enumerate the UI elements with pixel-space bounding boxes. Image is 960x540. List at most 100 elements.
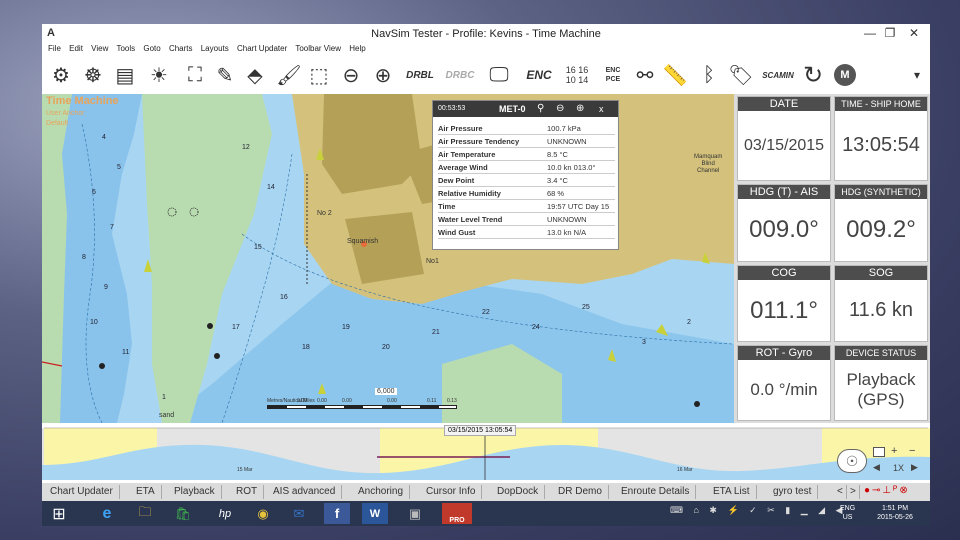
zoom-in-button[interactable]: + [891, 445, 897, 457]
brush-icon[interactable]: 🖌 [274, 60, 304, 90]
brightness-icon[interactable]: ☀ [144, 60, 174, 90]
menu-toolbar-view[interactable]: Toolbar View [295, 44, 341, 53]
sounding: 5 [117, 164, 121, 171]
hp-icon[interactable]: hp [208, 503, 242, 524]
monitor-icon[interactable]: 🖵 [484, 60, 514, 90]
monitor-app-icon[interactable]: ▣ [402, 503, 428, 524]
facebook-icon[interactable]: f [324, 503, 350, 524]
zoom-out-button[interactable]: − [909, 445, 915, 457]
system-tray: ⌨ ⌂ ✱ ⚡ ✓ ✂ ▮ ▁ ◢ ◀ [670, 505, 847, 515]
zoom-out-icon[interactable]: ⊖ [336, 60, 366, 90]
toolbar: ⚙ ☸ ▤ ☀ ⛶ ✎ ⬘ 🖌 ⬚ ⊖ ⊕ DRBL DRBC 🖵 ENC 16… [42, 57, 930, 94]
met-popup-close-button[interactable]: x [599, 101, 604, 117]
nautical-chart[interactable]: 4 5 6 7 8 9 10 11 12 14 15 16 17 18 19 2… [42, 94, 734, 423]
bluetooth-icon[interactable]: ᛒ [694, 60, 724, 90]
scale-tick: 0.00 [387, 398, 397, 404]
ruler-icon[interactable]: 📏 [660, 60, 690, 90]
menu-charts[interactable]: Charts [169, 44, 193, 53]
pin-icon[interactable]: ⚲ [537, 101, 544, 117]
toolbar-collapse-icon[interactable]: ▾ [902, 60, 930, 90]
profile-badge[interactable]: M [830, 60, 860, 90]
restore-button[interactable]: ❐ [880, 26, 900, 40]
clock[interactable]: 1:51 PM 2015-05-26 [868, 504, 922, 522]
language-indicator[interactable]: ENG US [840, 504, 855, 522]
sog-cell: SOG 11.6 kn [834, 265, 928, 342]
menu-layouts[interactable]: Layouts [201, 44, 229, 53]
tab-prev-button[interactable]: < [834, 485, 847, 499]
menu-chart-updater[interactable]: Chart Updater [237, 44, 287, 53]
cog-cell: COG 011.1° [737, 265, 831, 342]
enc-pce-button[interactable]: ENC PCE [598, 60, 628, 90]
price-tag-icon[interactable]: 🏷 [726, 60, 756, 90]
navsim-pro-icon[interactable]: PRO [442, 503, 472, 524]
menu-goto[interactable]: Goto [143, 44, 160, 53]
forward-button[interactable]: ▶ [911, 462, 918, 473]
met-row: Relative Humidity 68 % [438, 188, 615, 200]
menu-tools[interactable]: Tools [116, 44, 135, 53]
word-icon[interactable]: W [362, 503, 388, 524]
menu-edit[interactable]: Edit [69, 44, 83, 53]
sounding: 4 [102, 134, 106, 141]
outlook-icon[interactable]: ✉ [286, 503, 312, 524]
zoom-in-icon[interactable]: ⊕ [368, 60, 398, 90]
tab-enroute-details[interactable]: Enroute Details [615, 485, 697, 499]
tab-ais-advanced[interactable]: AIS advanced [267, 485, 343, 499]
rewind-button[interactable]: ◀ [873, 462, 880, 473]
minimize-button[interactable]: — [860, 26, 880, 40]
tag-icon[interactable]: ⬘ [240, 60, 270, 90]
sounding: 10 [90, 319, 98, 326]
chart-label-no1: No1 [426, 258, 439, 265]
date-header: DATE [738, 97, 830, 111]
menu-file[interactable]: File [48, 44, 61, 53]
met-row: Water Level Trend UNKNOWN [438, 214, 615, 226]
tab-dopdock[interactable]: DopDock [491, 485, 546, 499]
fullscreen-icon[interactable]: ⛶ [180, 60, 210, 90]
device-status-value: Playback (GPS) [846, 370, 916, 409]
nav-tools-icons[interactable]: ●⊸⊥ᴾ⊗ [864, 485, 910, 496]
store-icon[interactable]: 🛍 [170, 503, 196, 524]
zoom-out-icon[interactable]: ⊖ [556, 101, 564, 117]
sounding: 7 [110, 224, 114, 231]
cog-value: 011.1° [750, 296, 818, 324]
tab-next-button[interactable]: > [847, 485, 860, 499]
tab-rot[interactable]: ROT [230, 485, 265, 499]
stop-button[interactable] [873, 447, 885, 457]
menu-view[interactable]: View [91, 44, 108, 53]
tab-eta[interactable]: ETA [130, 485, 162, 499]
menu-help[interactable]: Help [349, 44, 365, 53]
close-button[interactable]: ✕ [904, 26, 924, 40]
windows-taskbar: ⊞ e 🗀 🛍 hp ◉ ✉ f W ▣ PRO ⌨ ⌂ ✱ ⚡ ✓ ✂ ▮ ▁… [42, 501, 930, 526]
instrument-panel: DATE 03/15/2015 TIME - SHIP HOME 13:05:5… [734, 94, 930, 423]
tab-cursor-info[interactable]: Cursor Info [420, 485, 483, 499]
drbl-button[interactable]: DRBL [402, 60, 438, 90]
refresh-icon[interactable]: ↻ [798, 60, 828, 90]
time-cell: TIME - SHIP HOME 13:05:54 [834, 96, 928, 181]
tab-eta-list[interactable]: ETA List [707, 485, 757, 499]
file-explorer-icon[interactable]: 🗀 [132, 503, 158, 524]
layers-icon[interactable]: ▤ [110, 60, 140, 90]
sog-header: SOG [835, 266, 927, 280]
scale-tick: 0.00 [317, 398, 327, 404]
tab-dr-demo[interactable]: DR Demo [552, 485, 609, 499]
settings-gears-icon[interactable]: ⚙ [46, 60, 76, 90]
scale-selector[interactable]: 16 16 10 14 [560, 60, 594, 90]
zoom-in-icon[interactable]: ⊕ [576, 101, 584, 117]
tab-gyro-test[interactable]: gyro test [767, 485, 819, 499]
speed-value[interactable]: 1X [893, 463, 904, 473]
zoom-box-icon[interactable]: ⬚ [304, 60, 334, 90]
route-icon[interactable]: ⚯ [630, 60, 660, 90]
start-windows-icon[interactable]: ⊞ [46, 503, 72, 524]
drbc-button[interactable]: DRBC [442, 60, 478, 90]
ship-wheel-icon[interactable]: ☸ [78, 60, 108, 90]
playback-timeline[interactable]: 03/15/2015 13:05:54 15 Mar 16 Mar ☉ + − … [42, 423, 930, 483]
tab-chart-updater[interactable]: Chart Updater [44, 485, 120, 499]
met-row: Average Wind 10.0 kn 013.0° [438, 162, 615, 174]
pencil-icon[interactable]: ✎ [210, 60, 240, 90]
scamin-button[interactable]: SCAMIN [758, 60, 798, 90]
tab-anchoring[interactable]: Anchoring [352, 485, 411, 499]
enc-button[interactable]: ENC [522, 60, 556, 90]
chrome-icon[interactable]: ◉ [250, 503, 276, 524]
tab-playback[interactable]: Playback [168, 485, 222, 499]
compass-dial-icon[interactable]: ☉ [837, 449, 867, 473]
ie-browser-icon[interactable]: e [94, 503, 120, 524]
